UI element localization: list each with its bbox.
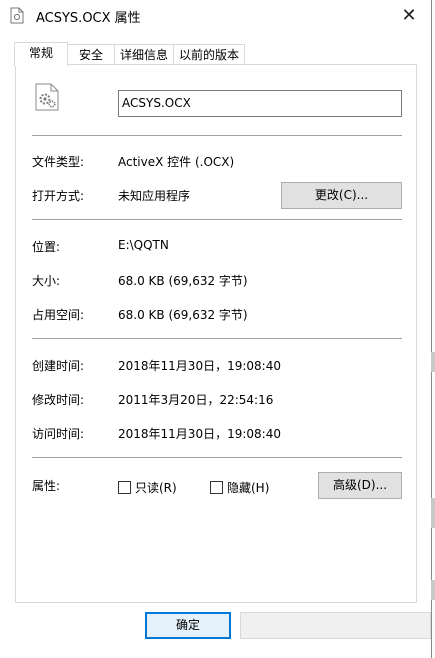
background-window-edge — [431, 580, 435, 600]
checkbox-box[interactable] — [210, 481, 223, 494]
close-button[interactable]: ✕ — [387, 0, 431, 31]
modified-label: 修改时间: — [32, 393, 85, 407]
file-type-value: ActiveX 控件 (.OCX) — [118, 155, 235, 169]
created-value: 2018年11月30日，19:08:40 — [118, 359, 281, 373]
accessed-label: 访问时间: — [32, 427, 85, 441]
close-icon: ✕ — [401, 5, 417, 26]
location-value: E:\QQTN — [118, 238, 169, 252]
size-on-disk-value: 68.0 KB (69,632 字节) — [118, 308, 248, 322]
size-on-disk-label: 占用空间: — [32, 308, 85, 322]
divider — [32, 338, 402, 339]
tab-general[interactable]: 常规 — [14, 42, 68, 66]
file-type-label: 文件类型: — [32, 155, 85, 169]
readonly-checkbox[interactable]: 只读(R) — [118, 479, 177, 496]
change-button[interactable]: 更改(C)... — [281, 182, 402, 209]
properties-window: ACSYS.OCX 属性 ✕ 常规 安全 详细信息 以前的版本 ACSYS.OC… — [0, 0, 432, 658]
background-window-edge — [431, 352, 435, 372]
ocx-file-icon — [35, 83, 59, 111]
divider — [32, 457, 402, 458]
hidden-label: 隐藏(H) — [227, 481, 270, 495]
title-bar[interactable]: ACSYS.OCX 属性 ✕ — [0, 0, 431, 31]
hidden-checkbox[interactable]: 隐藏(H) — [210, 479, 269, 496]
size-value: 68.0 KB (69,632 字节) — [118, 274, 248, 288]
location-label: 位置: — [32, 240, 61, 254]
created-label: 创建时间: — [32, 359, 85, 373]
general-panel: ACSYS.OCX 文件类型: ActiveX 控件 (.OCX) 打开方式: … — [15, 64, 417, 603]
file-icon — [10, 7, 24, 24]
tab-security[interactable]: 安全 — [67, 44, 115, 65]
accessed-value: 2018年11月30日，19:08:40 — [118, 427, 281, 441]
advanced-button[interactable]: 高级(D)... — [318, 472, 402, 499]
ok-button[interactable]: 确定 — [145, 612, 231, 639]
cancel-button-faded[interactable] — [240, 612, 431, 639]
size-label: 大小: — [32, 274, 61, 288]
readonly-label: 只读(R) — [135, 481, 177, 495]
file-name-field[interactable]: ACSYS.OCX — [118, 90, 402, 117]
attributes-label: 属性: — [32, 479, 61, 493]
divider — [32, 135, 402, 136]
background-window-edge — [431, 498, 435, 528]
tab-previous-versions[interactable]: 以前的版本 — [173, 44, 245, 65]
opens-with-label: 打开方式: — [32, 189, 85, 203]
divider — [32, 219, 402, 220]
opens-with-value: 未知应用程序 — [118, 189, 191, 203]
tab-details[interactable]: 详细信息 — [114, 44, 174, 65]
window-title: ACSYS.OCX 属性 — [36, 11, 141, 26]
checkbox-box[interactable] — [118, 481, 131, 494]
modified-value: 2011年3月20日，22:54:16 — [118, 393, 274, 407]
